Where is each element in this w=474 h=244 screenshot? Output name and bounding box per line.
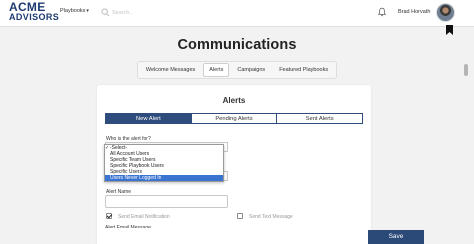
subtab-new-alert[interactable]: New Alert bbox=[105, 113, 192, 124]
recipient-dropdown: ✓ -Select- All Account Users Specific Tea… bbox=[104, 144, 224, 182]
subtab-sent-alerts[interactable]: Sent Alerts bbox=[277, 113, 364, 124]
send-text-label: Send Text Message bbox=[249, 214, 293, 220]
tab-alerts[interactable]: Alerts bbox=[203, 63, 230, 77]
bell-icon[interactable] bbox=[377, 7, 387, 17]
playbooks-menu[interactable]: Playbooks▾ bbox=[60, 8, 89, 14]
logo-line-2: ADVISORS bbox=[9, 12, 60, 22]
top-bar: ACME ADVISORS Playbooks▾ Brad Horvath bbox=[0, 0, 474, 27]
page-title: Communications bbox=[177, 37, 297, 53]
search-input[interactable] bbox=[112, 7, 172, 18]
send-email-label: Send Email Notification bbox=[118, 214, 170, 220]
alert-email-label: Alert Email Message bbox=[105, 225, 151, 228]
bookmark-icon[interactable] bbox=[446, 25, 453, 35]
send-text-checkbox[interactable] bbox=[237, 213, 243, 219]
search-icon[interactable] bbox=[101, 8, 110, 17]
caret-down-icon: ▾ bbox=[86, 8, 89, 14]
logo[interactable]: ACME ADVISORS bbox=[9, 0, 60, 22]
option-label: Users Never Logged In bbox=[110, 175, 162, 181]
tab-campaigns[interactable]: Campaigns bbox=[231, 63, 271, 77]
tabs-container: Welcome Messages Alerts Campaigns Featured … bbox=[136, 61, 338, 79]
subtab-pending-alerts[interactable]: Pending Alerts bbox=[191, 113, 278, 124]
dropdown-option[interactable]: Users Never Logged In bbox=[105, 175, 223, 181]
save-button[interactable]: Save bbox=[368, 230, 424, 244]
alert-name-input[interactable] bbox=[105, 195, 228, 208]
tab-welcome-messages[interactable]: Welcome Messages bbox=[140, 63, 201, 77]
playbooks-label: Playbooks bbox=[60, 8, 86, 14]
alerts-card: Alerts New Alert Pending Alerts Sent Ale… bbox=[97, 85, 371, 244]
alert-subtabs: New Alert Pending Alerts Sent Alerts bbox=[105, 113, 364, 124]
logo-line-1: ACME bbox=[9, 0, 46, 14]
user-name[interactable]: Brad Horvath bbox=[398, 9, 430, 15]
card-title: Alerts bbox=[222, 96, 246, 105]
section-tabs: Welcome Messages Alerts Campaigns Featured … bbox=[0, 61, 474, 79]
avatar[interactable] bbox=[436, 3, 455, 22]
tab-featured-playbooks[interactable]: Featured Playbooks bbox=[273, 63, 334, 77]
send-email-checkbox[interactable] bbox=[106, 213, 112, 219]
